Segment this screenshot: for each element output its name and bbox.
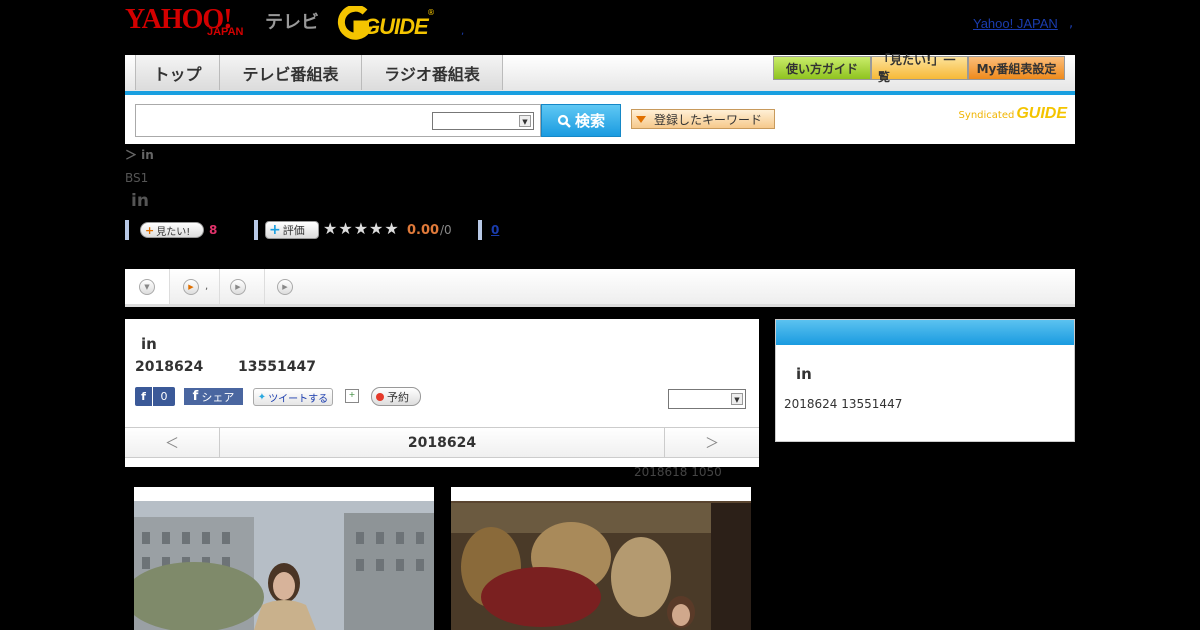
twitter-bird-icon: ✦ [257,391,267,403]
prev-day-button[interactable]: ＜ [125,428,220,457]
registered-mark: ® [427,8,435,17]
subtab-4[interactable]: ▶ [265,269,310,304]
rating-stars: ★★★★★ [323,219,400,238]
want-to-watch-list-button[interactable]: 「見たい!」一覧 [871,53,968,84]
gguide-logo[interactable]: GUIDE [335,4,431,40]
want-to-watch-count: 8 [209,223,218,237]
next-day-button[interactable]: ＞ [664,428,759,457]
review-count-link[interactable]: 0 [491,223,499,237]
facebook-like-count: 0 [160,390,168,403]
syndicated-gguide-logo: Syndicated GUIDE [959,105,1067,123]
reserve-label: 予約 [387,390,409,404]
rating-count: /0 [440,223,452,237]
tweet-label: ツイートする [268,393,329,405]
program-subtabs: ▼ ▶ , ▶ ▶ [125,269,1075,307]
search-button-label: 検索 [574,112,605,130]
channel-name: BS1 [125,171,149,185]
recorder-select[interactable]: ▼ [668,389,746,409]
search-bar: ▼ 検索 登録したキーワード Syndicated GUIDE [125,95,1075,144]
reserve-button[interactable]: 予約 [371,387,421,406]
program-photo-louvre-painting[interactable] [451,487,751,630]
search-icon [557,114,571,128]
calendar-add-icon[interactable]: + [345,389,359,403]
search-category-select[interactable]: ▼ [432,112,534,130]
rating-score: 0.00 [407,223,440,238]
day-navigation: ＜ 2018624 ＞ [125,427,759,458]
program-title: in [141,335,157,353]
tab-tv-listings[interactable]: テレビ番組表 [219,55,361,90]
saved-keywords-button[interactable]: 登録したキーワード [631,109,775,129]
header-separator: , [461,26,465,37]
play-circle-icon: ▶ [230,278,246,295]
facebook-like-button[interactable]: f 0 [135,387,175,406]
program-detail-panel: in 2018624 13551447 f 0 f シェア ✦ ツイートする +… [125,319,759,467]
chevron-down-circle-icon: ▼ [139,278,155,295]
want-to-watch-button[interactable]: + 見たい! [140,222,204,238]
photo-illustration [134,501,434,630]
yahoo-japan-logo-text: JAPAN [207,26,244,38]
subtab-label: , [205,281,209,292]
side-program-info: 2018624 13551447 [784,397,903,411]
search-button[interactable]: 検索 [541,104,621,137]
plus-icon: + [145,223,155,237]
air-date: 2018624 [135,359,204,375]
play-circle-icon: ▶ [277,278,293,295]
chevron-down-icon: ▼ [519,115,531,127]
page-title: in [131,191,149,211]
main-nav: トップ テレビ番組表 ラジオ番組表 使い方ガイド 「見たい!」一覧 My番組表設… [125,53,1075,95]
record-dot-icon [376,392,384,401]
want-to-watch-label: 見たい! [156,226,191,238]
yahoo-japan-link[interactable]: Yahoo! JAPAN [973,16,1058,31]
meta-divider [125,220,129,240]
facebook-share-label: シェア [201,390,235,404]
saved-keywords-label: 登録したキーワード [654,112,763,127]
rate-label: 評価 [282,224,305,237]
gguide-logo-text: GUIDE [363,14,429,39]
site-header: YAHOO! JAPAN テレビ GUIDE ® , Yahoo! JAPAN … [125,0,1075,55]
tweet-button[interactable]: ✦ ツイートする [253,388,333,406]
facebook-icon: f [135,387,153,406]
side-program-title: in [796,365,812,383]
current-day-label: 2018624 [407,434,477,451]
header-link-separator: , [1069,16,1074,31]
tv-logo-text[interactable]: テレビ [265,8,319,34]
rate-button[interactable]: + 評価 [265,221,319,239]
play-circle-icon: ▶ [183,278,199,295]
side-panel-header [776,320,1074,345]
program-photo-woman-paris[interactable] [134,487,434,630]
program-meta-bar: + 見たい! 8 + 評価 ★★★★★ 0.00 /0 0 [125,219,725,240]
photo-illustration [451,503,751,630]
tab-radio-listings[interactable]: ラジオ番組表 [361,55,503,90]
meta-divider [478,220,482,240]
my-listings-settings-button[interactable]: My番組表設定 [968,56,1065,80]
usage-guide-button[interactable]: 使い方ガイド [773,56,871,80]
syndicated-label: Syndicated [958,110,1015,121]
facebook-icon: f [192,389,199,404]
facebook-share-button[interactable]: f シェア [184,388,243,405]
side-summary-panel: in 2018624 13551447 [775,319,1075,442]
breadcrumb[interactable]: ＞ in [125,146,154,163]
subtab-3[interactable]: ▶ [220,269,265,304]
plus-icon: + [269,222,281,238]
air-time: 13551447 [238,359,316,375]
chevron-down-icon: ▼ [731,393,743,405]
last-updated-note: 2018618 1050 [634,465,722,479]
tab-top[interactable]: トップ [135,55,219,90]
triangle-down-icon [636,115,646,123]
subtab-1[interactable]: ▼ [125,269,170,304]
subtab-2[interactable]: ▶ , [170,269,220,304]
syndicated-logo-text: GUIDE [1016,105,1067,122]
meta-divider [254,220,258,240]
